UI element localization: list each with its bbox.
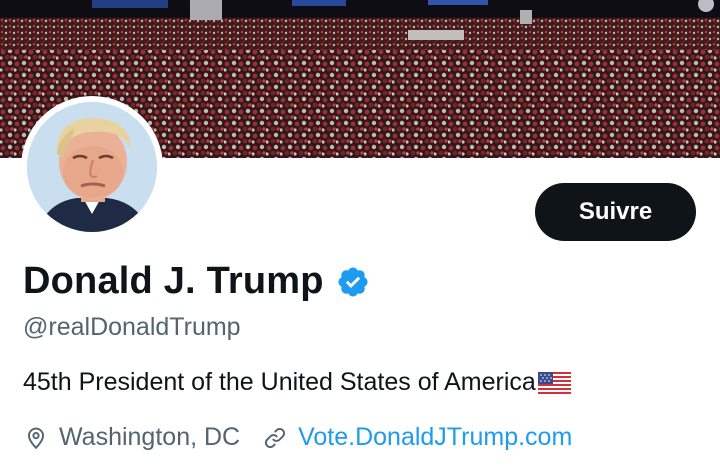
profile-location: Washington, DC — [59, 423, 241, 451]
location-pin-icon — [23, 425, 49, 451]
profile-bio: 45th President of the United States of A… — [23, 368, 571, 397]
link-icon — [262, 425, 288, 451]
profile-website-group[interactable]: Vote.DonaldJTrump.com — [262, 423, 572, 452]
follow-button[interactable]: Suivre — [535, 183, 696, 241]
verified-badge-icon[interactable] — [336, 265, 370, 299]
profile-handle: @realDonaldTrump — [23, 313, 241, 341]
avatar[interactable] — [27, 102, 157, 232]
bio-text: 45th President of the United States of A… — [23, 368, 536, 396]
us-flag-icon — [537, 371, 571, 394]
profile-avatar-frame[interactable] — [21, 96, 163, 238]
display-name: Donald J. Trump — [23, 260, 324, 302]
profile-meta-row: Washington, DC Vote.DonaldJTrump.com — [23, 423, 572, 452]
avatar-portrait — [27, 102, 157, 232]
profile-name-row: Donald J. Trump — [23, 260, 370, 303]
profile-website-link[interactable]: Vote.DonaldJTrump.com — [298, 423, 572, 452]
